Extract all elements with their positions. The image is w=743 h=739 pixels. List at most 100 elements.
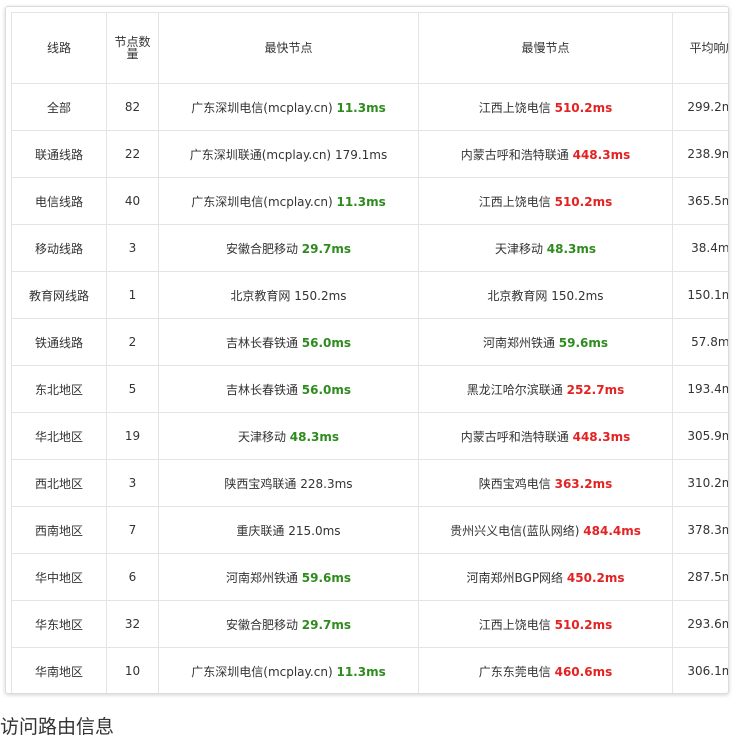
section-heading: 访问路由信息: [0, 716, 115, 738]
fastest-node-latency: 11.3ms: [336, 664, 386, 679]
line-name: 华南地区: [34, 664, 83, 679]
fastest-node-latency: 150.2ms: [294, 288, 347, 303]
slowest-node-name: 江西上饶电信: [478, 100, 551, 115]
fastest-node-latency: 59.6ms: [301, 570, 352, 585]
line-cell: 华北地区: [11, 412, 107, 460]
table-row: 教育网线路1北京教育网 150.2ms北京教育网 150.2ms150.1ms: [11, 271, 728, 319]
avg-cell: 293.6ms: [672, 600, 728, 648]
line-cell: 教育网线路: [11, 271, 107, 319]
node-count: 2: [128, 335, 137, 349]
line-cell: 全部: [11, 83, 107, 131]
fastest-cell: 安徽合肥移动 29.7ms: [158, 600, 419, 648]
fastest-cell: 北京教育网 150.2ms: [158, 271, 419, 319]
line-name: 教育网线路: [28, 288, 89, 303]
slowest-cell: 黑龙江哈尔滨联通 252.7ms: [418, 365, 673, 413]
fastest-cell: 广东深圳电信(mcplay.cn) 11.3ms: [158, 647, 419, 693]
node-count: 40: [124, 194, 141, 208]
slowest-node-name: 北京教育网: [487, 288, 548, 303]
slowest-node-latency: 510.2ms: [554, 617, 613, 632]
slowest-node-latency: 448.3ms: [572, 147, 631, 162]
slowest-node-name: 河南郑州BGP网络: [466, 570, 564, 585]
line-cell: 西南地区: [11, 506, 107, 554]
avg-cell: 299.2ms: [672, 83, 728, 131]
node-count: 3: [128, 476, 137, 490]
header-count-label: 节点数量: [114, 34, 151, 61]
fastest-cell: 河南郑州铁通 59.6ms: [158, 553, 419, 601]
fastest-node-latency: 228.3ms: [300, 476, 353, 491]
fastest-node-name: 广东深圳联通(mcplay.cn): [189, 147, 332, 162]
line-name: 西南地区: [34, 523, 83, 538]
slowest-node-name: 广东东莞电信: [478, 664, 551, 679]
slowest-node-latency: 460.6ms: [554, 664, 613, 679]
table-row: 移动线路3安徽合肥移动 29.7ms天津移动 48.3ms38.4ms: [11, 224, 728, 272]
fastest-node-name: 广东深圳电信(mcplay.cn): [191, 100, 333, 115]
fastest-cell: 广东深圳联通(mcplay.cn) 179.1ms: [158, 130, 419, 178]
slowest-node-latency: 59.6ms: [558, 335, 609, 350]
avg-cell: 57.8ms: [672, 318, 728, 366]
fastest-node-name: 广东深圳电信(mcplay.cn): [191, 664, 333, 679]
count-cell: 40: [106, 177, 159, 225]
count-cell: 3: [106, 459, 159, 507]
avg-latency: 193.4ms: [687, 382, 728, 396]
slowest-node-latency: 363.2ms: [554, 476, 613, 491]
table-row: 华中地区 6 河南郑州铁通 59.6ms 河南郑州BGP网络 450.2ms 287.5…: [11, 553, 728, 601]
header-count: 节点数量: [106, 12, 159, 84]
table-row: 西南地区 7 重庆联通 215.0ms 贵州兴义电信(蓝队网络) 484.4ms 378…: [11, 506, 728, 554]
fastest-node-latency: 215.0ms: [288, 523, 341, 538]
count-cell: 6: [106, 553, 159, 601]
line-name: 华东地区: [34, 617, 83, 632]
table-row: 铁通线路2吉林长春铁通 56.0ms河南郑州铁通 59.6ms57.8ms: [11, 318, 728, 366]
fastest-node-latency: 11.3ms: [336, 194, 386, 209]
fastest-node-latency: 56.0ms: [301, 382, 352, 397]
slowest-cell: 江西上饶电信 510.2ms: [418, 600, 673, 648]
avg-cell: 193.4ms: [672, 365, 728, 413]
header-line: 线路: [11, 12, 107, 84]
fastest-node-name: 陕西宝鸡联通: [224, 476, 297, 491]
node-count: 6: [128, 570, 137, 584]
slowest-cell: 河南郑州BGP网络 450.2ms: [418, 553, 673, 601]
fastest-node-latency: 11.3ms: [336, 100, 386, 115]
avg-latency: 306.1ms: [687, 664, 728, 678]
fastest-node-name: 河南郑州铁通: [225, 570, 298, 585]
table-row: 全部 82 广东深圳电信(mcplay.cn) 11.3ms 江西上饶电信 510.2…: [11, 83, 728, 131]
node-count: 10: [124, 664, 141, 678]
table-header-row: 线路 节点数量 最快节点 最慢节点 平均响应: [11, 12, 728, 84]
count-cell: 2: [106, 318, 159, 366]
avg-latency: 378.3ms: [687, 523, 728, 537]
avg-latency: 310.2ms: [687, 476, 728, 490]
table-row: 东北地区5吉林长春铁通 56.0ms黑龙江哈尔滨联通 252.7ms193.4m…: [11, 365, 728, 413]
node-count: 82: [124, 100, 141, 114]
slowest-node-latency: 510.2ms: [554, 194, 613, 209]
count-cell: 19: [106, 412, 159, 460]
slowest-cell: 江西上饶电信 510.2ms: [418, 177, 673, 225]
avg-cell: 310.2ms: [672, 459, 728, 507]
speed-table: 线路 节点数量 最快节点 最慢节点 平均响应 全部 82 广东深圳电信(mcplay…: [11, 12, 728, 693]
count-cell: 32: [106, 600, 159, 648]
slowest-node-name: 内蒙古呼和浩特联通: [460, 429, 569, 444]
slowest-node-latency: 510.2ms: [554, 100, 613, 115]
count-cell: 22: [106, 130, 159, 178]
line-cell: 移动线路: [11, 224, 107, 272]
line-name: 东北地区: [34, 382, 83, 397]
line-name: 华中地区: [34, 570, 83, 585]
table-row: 西北地区3陕西宝鸡联通 228.3ms陕西宝鸡电信 363.2ms310.2ms: [11, 459, 728, 507]
slowest-cell: 江西上饶电信 510.2ms: [418, 83, 673, 131]
fastest-node-name: 安徽合肥移动: [225, 617, 298, 632]
slowest-node-name: 陕西宝鸡电信: [478, 476, 551, 491]
avg-latency: 299.2ms: [687, 100, 728, 114]
fastest-cell: 广东深圳电信(mcplay.cn) 11.3ms: [158, 83, 419, 131]
avg-cell: 378.3ms: [672, 506, 728, 554]
line-cell: 东北地区: [11, 365, 107, 413]
header-avg: 平均响应: [672, 12, 728, 84]
table-row: 华北地区19天津移动 48.3ms内蒙古呼和浩特联通 448.3ms305.9m…: [11, 412, 728, 460]
line-name: 联通线路: [34, 147, 83, 162]
node-count: 3: [128, 241, 137, 255]
slowest-cell: 北京教育网 150.2ms: [418, 271, 673, 319]
slowest-node-name: 内蒙古呼和浩特联通: [460, 147, 569, 162]
line-cell: 华中地区: [11, 553, 107, 601]
avg-cell: 306.1ms: [672, 647, 728, 693]
slowest-cell: 广东东莞电信 460.6ms: [418, 647, 673, 693]
slowest-node-latency: 484.4ms: [583, 523, 641, 538]
fastest-cell: 陕西宝鸡联通 228.3ms: [158, 459, 419, 507]
line-name: 铁通线路: [34, 335, 83, 350]
